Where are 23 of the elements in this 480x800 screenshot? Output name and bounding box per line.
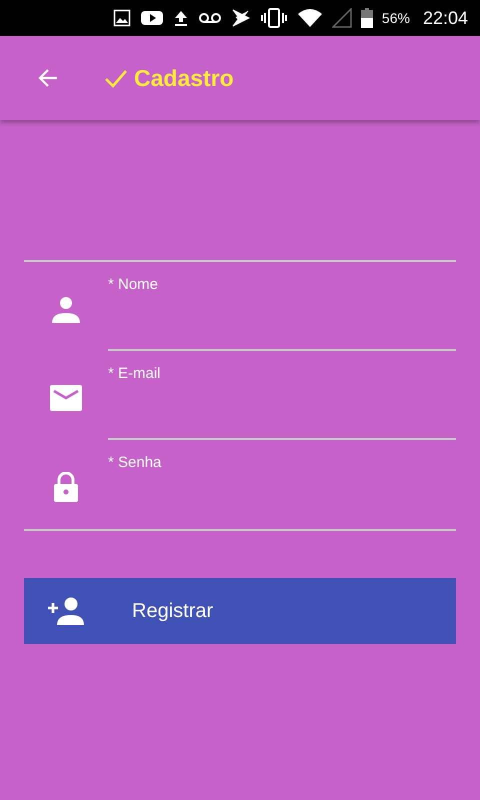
back-arrow-icon xyxy=(37,67,59,89)
envelope-icon xyxy=(50,384,82,410)
screen-title: Cadastro xyxy=(134,64,234,92)
upload-icon xyxy=(172,9,189,27)
checkmark-icon xyxy=(104,68,128,88)
vibrate-icon xyxy=(260,8,288,28)
play-icon xyxy=(140,9,164,27)
input-field[interactable]: * Senha xyxy=(108,440,456,529)
clock: 22:04 xyxy=(422,8,468,28)
field-label: * Senha xyxy=(108,454,162,471)
field-label: * Nome xyxy=(108,276,160,293)
battery-icon xyxy=(360,8,373,28)
lock-icon xyxy=(54,472,78,502)
person-icon xyxy=(52,294,80,322)
input-field[interactable]: * E-mail xyxy=(108,351,456,440)
add-person-icon xyxy=(48,597,84,625)
battery-percentage: 56% xyxy=(382,10,410,26)
field-label: * E-mail xyxy=(108,365,162,382)
wifi-icon xyxy=(296,8,323,28)
register-button[interactable]: Registrar xyxy=(24,578,456,644)
input-field[interactable]: * Nome xyxy=(108,262,456,351)
image-icon xyxy=(112,9,131,27)
signal-icon xyxy=(332,8,352,28)
